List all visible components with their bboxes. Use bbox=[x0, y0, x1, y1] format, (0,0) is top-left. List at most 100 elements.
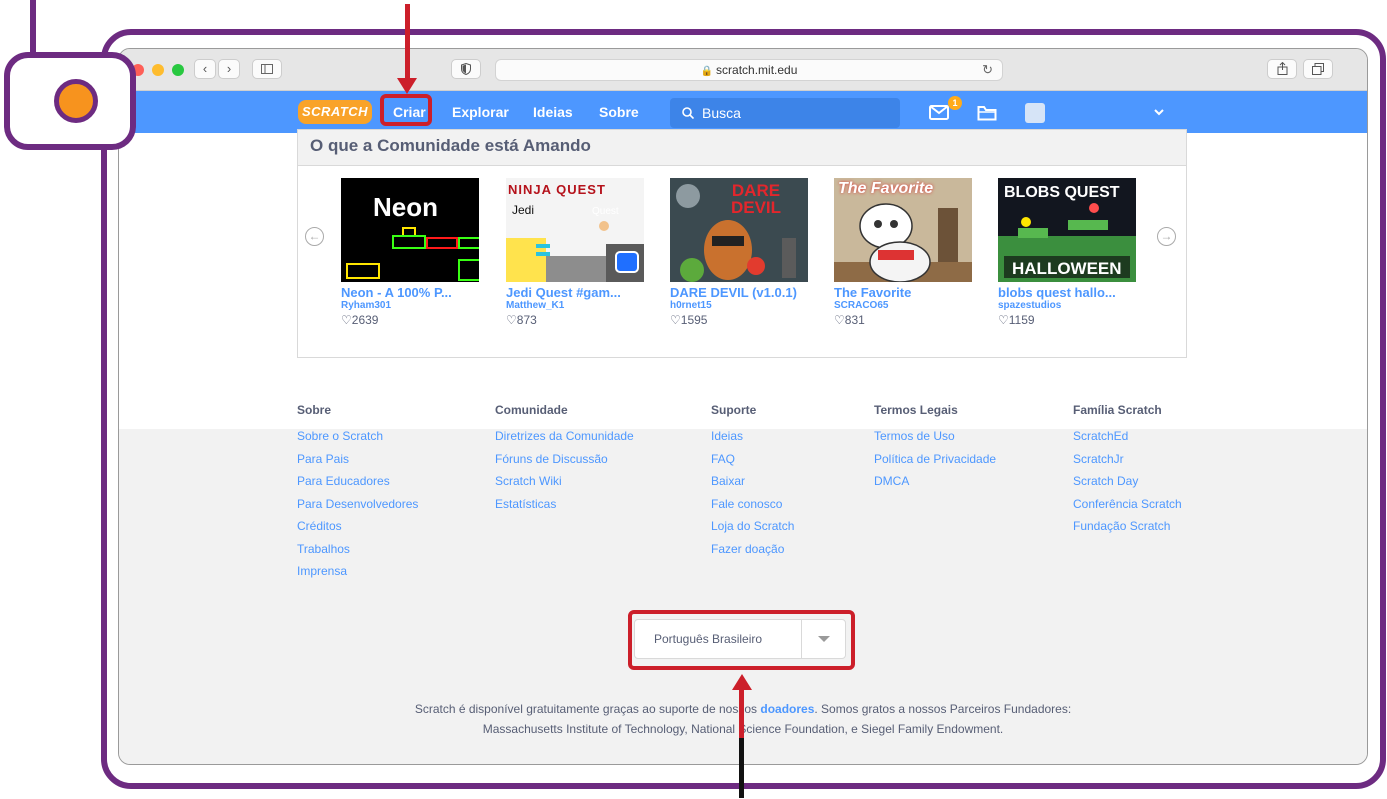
forward-button[interactable]: › bbox=[218, 59, 240, 79]
project-card[interactable]: NINJA QUEST Jedi Quest Jedi Quest #gam..… bbox=[506, 178, 644, 327]
lock-icon: 🔒 bbox=[700, 66, 714, 77]
scratch-navbar: SCRATCH Criar Explorar Ideias Sobre Busc… bbox=[119, 91, 1367, 133]
messages-icon[interactable] bbox=[929, 105, 949, 120]
footer-link[interactable]: Fale conosco bbox=[711, 497, 794, 520]
nav-explore-link[interactable]: Explorar bbox=[452, 104, 509, 120]
footer-link[interactable]: Conferência Scratch bbox=[1073, 497, 1182, 520]
likes-count: 2639 bbox=[351, 313, 379, 327]
project-thumbnail[interactable]: Neon bbox=[341, 178, 479, 282]
footer-link[interactable]: Loja do Scratch bbox=[711, 519, 794, 542]
footer-column-about: Sobre Sobre o Scratch Para Pais Para Edu… bbox=[297, 403, 418, 587]
project-thumbnail[interactable]: DARE DEVIL bbox=[670, 178, 808, 282]
address-text: scratch.mit.edu bbox=[716, 63, 798, 77]
tabs-overview-button[interactable] bbox=[1303, 59, 1333, 79]
my-stuff-folder-icon[interactable] bbox=[977, 105, 997, 121]
footer-link[interactable]: FAQ bbox=[711, 452, 794, 475]
footer-link[interactable]: Sobre o Scratch bbox=[297, 429, 418, 452]
thumbnail-art bbox=[346, 227, 479, 281]
back-button[interactable]: ‹ bbox=[194, 59, 216, 79]
footer-link[interactable]: Scratch Wiki bbox=[495, 474, 634, 497]
project-author[interactable]: Matthew_K1 bbox=[506, 300, 644, 311]
footer-link[interactable]: ScratchEd bbox=[1073, 429, 1182, 452]
nav-ideas-link[interactable]: Ideias bbox=[533, 104, 573, 120]
footer-link[interactable]: Para Pais bbox=[297, 452, 418, 475]
project-card[interactable]: The Favorite The Favorite SCRACO65 ♡831 bbox=[834, 178, 972, 327]
project-likes: ♡1159 bbox=[998, 313, 1136, 327]
project-card[interactable]: Neon Neon - A 100% P... Ryham301 ♡2639 bbox=[341, 178, 479, 327]
project-author[interactable]: SCRACO65 bbox=[834, 300, 972, 311]
chevron-down-icon[interactable] bbox=[1154, 109, 1164, 116]
project-card[interactable]: DARE DEVIL DARE DEVIL (v1.0.1) h0rnet15 … bbox=[670, 178, 808, 327]
footer-link[interactable]: Trabalhos bbox=[297, 542, 418, 565]
scratch-logo[interactable]: SCRATCH bbox=[298, 100, 372, 124]
footer-link[interactable]: ScratchJr bbox=[1073, 452, 1182, 475]
project-title[interactable]: DARE DEVIL (v1.0.1) bbox=[670, 285, 808, 300]
sidebar-icon bbox=[261, 64, 273, 74]
footer-link[interactable]: Fazer doação bbox=[711, 542, 794, 565]
donors-link[interactable]: doadores bbox=[760, 702, 814, 716]
project-card[interactable]: BLOBS QUEST HALLOWEEN blobs quest hallo.… bbox=[998, 178, 1136, 327]
footer-link[interactable]: Para Desenvolvedores bbox=[297, 497, 418, 520]
footer-link[interactable]: Termos de Uso bbox=[874, 429, 996, 452]
footer-link[interactable]: Estatísticas bbox=[495, 497, 634, 520]
footer-heading: Família Scratch bbox=[1073, 403, 1162, 417]
shield-icon bbox=[461, 62, 471, 76]
heart-icon: ♡ bbox=[998, 313, 1009, 327]
likes-count: 1595 bbox=[680, 313, 708, 327]
footer-link[interactable]: Baixar bbox=[711, 474, 794, 497]
footer-link[interactable]: Diretrizes da Comunidade bbox=[495, 429, 634, 452]
project-thumbnail[interactable]: The Favorite bbox=[834, 178, 972, 282]
step-dot-icon bbox=[54, 79, 98, 123]
project-author[interactable]: Ryham301 bbox=[341, 300, 479, 311]
footer-link[interactable]: Ideias bbox=[711, 429, 794, 452]
search-icon bbox=[682, 107, 695, 120]
privacy-shield-button[interactable] bbox=[451, 59, 481, 79]
project-author[interactable]: spazestudios bbox=[998, 300, 1136, 311]
sidebar-toggle-button[interactable] bbox=[252, 59, 282, 79]
page-content: O que a Comunidade está Amando ← → Neon bbox=[119, 129, 1367, 764]
credits-text-pre: Scratch é disponível gratuitamente graça… bbox=[414, 702, 761, 716]
project-author[interactable]: h0rnet15 bbox=[670, 300, 808, 311]
zoom-window-icon[interactable] bbox=[172, 64, 184, 76]
address-bar[interactable]: 🔒 scratch.mit.edu ↻ bbox=[495, 59, 1003, 81]
project-thumbnail[interactable]: NINJA QUEST Jedi Quest bbox=[506, 178, 644, 282]
footer-heading: Sobre bbox=[297, 403, 332, 417]
tutorial-stage: ‹ › 🔒 scratch.mit.edu ↻ SCRATCH Criar Ex… bbox=[0, 0, 1387, 799]
reload-icon[interactable]: ↻ bbox=[982, 60, 993, 80]
nav-about-link[interactable]: Sobre bbox=[599, 104, 639, 120]
highlight-create-box bbox=[380, 94, 432, 126]
project-likes: ♡2639 bbox=[341, 313, 479, 327]
footer-link[interactable]: Para Educadores bbox=[297, 474, 418, 497]
highlight-language-box bbox=[628, 610, 855, 670]
footer-link[interactable]: Créditos bbox=[297, 519, 418, 542]
user-avatar[interactable] bbox=[1025, 103, 1045, 123]
project-title[interactable]: Neon - A 100% P... bbox=[341, 285, 479, 300]
footer-link[interactable]: DMCA bbox=[874, 474, 996, 497]
heart-icon: ♡ bbox=[506, 313, 517, 327]
project-title[interactable]: blobs quest hallo... bbox=[998, 285, 1136, 300]
footer-heading: Suporte bbox=[711, 403, 757, 417]
messages-count-badge: 1 bbox=[948, 96, 962, 110]
svg-text:Jedi: Jedi bbox=[512, 203, 534, 217]
main-section: O que a Comunidade está Amando ← → Neon bbox=[119, 129, 1367, 429]
footer-link[interactable]: Fundação Scratch bbox=[1073, 519, 1182, 542]
carousel-prev-arrow-icon[interactable]: ← bbox=[305, 227, 324, 246]
footer-link[interactable]: Scratch Day bbox=[1073, 474, 1182, 497]
annotation-arrow-shaft-red bbox=[739, 688, 744, 738]
footer-link[interactable]: Imprensa bbox=[297, 564, 418, 587]
annotation-arrow-shaft-black bbox=[739, 738, 744, 798]
project-likes: ♡1595 bbox=[670, 313, 808, 327]
footer-link[interactable]: Fóruns de Discussão bbox=[495, 452, 634, 475]
carousel-heading: O que a Comunidade está Amando bbox=[298, 130, 1186, 166]
svg-text:HALLOWEEN: HALLOWEEN bbox=[1012, 259, 1122, 278]
share-button[interactable] bbox=[1267, 59, 1297, 79]
project-title[interactable]: Jedi Quest #gam... bbox=[506, 285, 644, 300]
search-input[interactable]: Busca bbox=[670, 98, 900, 128]
carousel-next-arrow-icon[interactable]: → bbox=[1157, 227, 1176, 246]
credits-text-post: . Somos gratos a nossos Parceiros Fundad… bbox=[814, 702, 1072, 716]
minimize-window-icon[interactable] bbox=[152, 64, 164, 76]
footer-heading: Comunidade bbox=[495, 403, 568, 417]
project-title[interactable]: The Favorite bbox=[834, 285, 972, 300]
footer-link[interactable]: Política de Privacidade bbox=[874, 452, 996, 475]
project-thumbnail[interactable]: BLOBS QUEST HALLOWEEN bbox=[998, 178, 1136, 282]
